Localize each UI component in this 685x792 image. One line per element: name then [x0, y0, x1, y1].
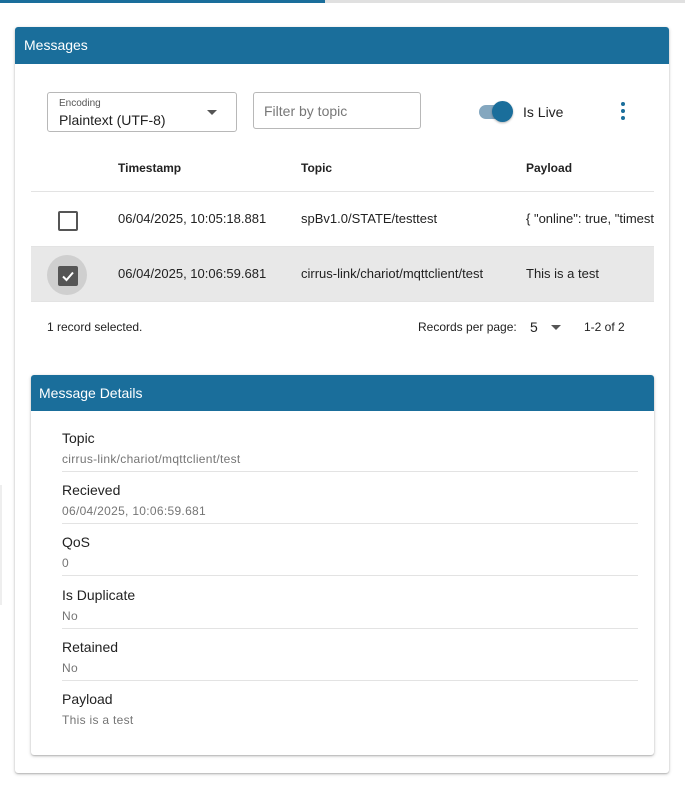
- encoding-select[interactable]: Encoding Plaintext (UTF-8): [47, 92, 237, 132]
- table-row[interactable]: 06/04/2025, 10:06:59.681 cirrus-link/cha…: [31, 247, 654, 302]
- cell-payload: This is a test: [526, 266, 599, 281]
- column-header-topic[interactable]: Topic: [301, 161, 332, 175]
- detail-retained: Retained No: [62, 628, 638, 681]
- table-header: Timestamp Topic Payload: [31, 147, 654, 192]
- selection-count: 1 record selected.: [47, 320, 143, 334]
- detail-payload: Payload This is a test: [62, 691, 134, 727]
- detail-qos: QoS 0: [62, 523, 638, 576]
- row-checkbox[interactable]: [47, 200, 87, 240]
- cell-topic: cirrus-link/chariot/mqttclient/test: [301, 266, 484, 281]
- cell-timestamp: 06/04/2025, 10:06:59.681: [118, 266, 267, 281]
- detail-received: Recieved 06/04/2025, 10:06:59.681: [62, 471, 638, 524]
- messages-header: Messages: [15, 27, 669, 64]
- top-progress-bar: [0, 0, 685, 3]
- live-label: Is Live: [523, 104, 564, 120]
- filter-topic-input[interactable]: [253, 92, 421, 129]
- rows-per-page-select[interactable]: 5: [530, 319, 538, 335]
- pagination-range: 1-2 of 2: [584, 320, 625, 334]
- live-toggle[interactable]: [478, 101, 514, 123]
- column-header-timestamp[interactable]: Timestamp: [118, 161, 181, 175]
- column-header-payload[interactable]: Payload: [526, 161, 572, 175]
- check-icon: [62, 271, 74, 282]
- cell-topic: spBv1.0/STATE/testtest: [301, 211, 438, 226]
- detail-topic: Topic cirrus-link/chariot/mqttclient/tes…: [62, 419, 638, 472]
- table-row[interactable]: 06/04/2025, 10:05:18.881 spBv1.0/STATE/t…: [31, 192, 654, 247]
- messages-card: Messages Encoding Plaintext (UTF-8) Is L…: [15, 27, 669, 773]
- chevron-down-icon[interactable]: [551, 325, 561, 330]
- row-checkbox[interactable]: [47, 255, 87, 295]
- encoding-label: Encoding: [59, 98, 101, 109]
- cell-timestamp: 06/04/2025, 10:05:18.881: [118, 211, 267, 226]
- message-details-header: Message Details: [31, 375, 654, 411]
- messages-table: Timestamp Topic Payload 06/04/2025, 10:0…: [31, 147, 654, 302]
- encoding-value: Plaintext (UTF-8): [59, 112, 166, 128]
- rows-per-page-label: Records per page:: [418, 320, 517, 334]
- cell-payload: { "online": true, "timestamp": [526, 211, 654, 226]
- more-vert-icon[interactable]: [617, 102, 629, 122]
- detail-is-duplicate: Is Duplicate No: [62, 576, 638, 629]
- chevron-down-icon: [207, 110, 217, 115]
- message-details-card: Message Details Topic cirrus-link/chario…: [31, 375, 654, 755]
